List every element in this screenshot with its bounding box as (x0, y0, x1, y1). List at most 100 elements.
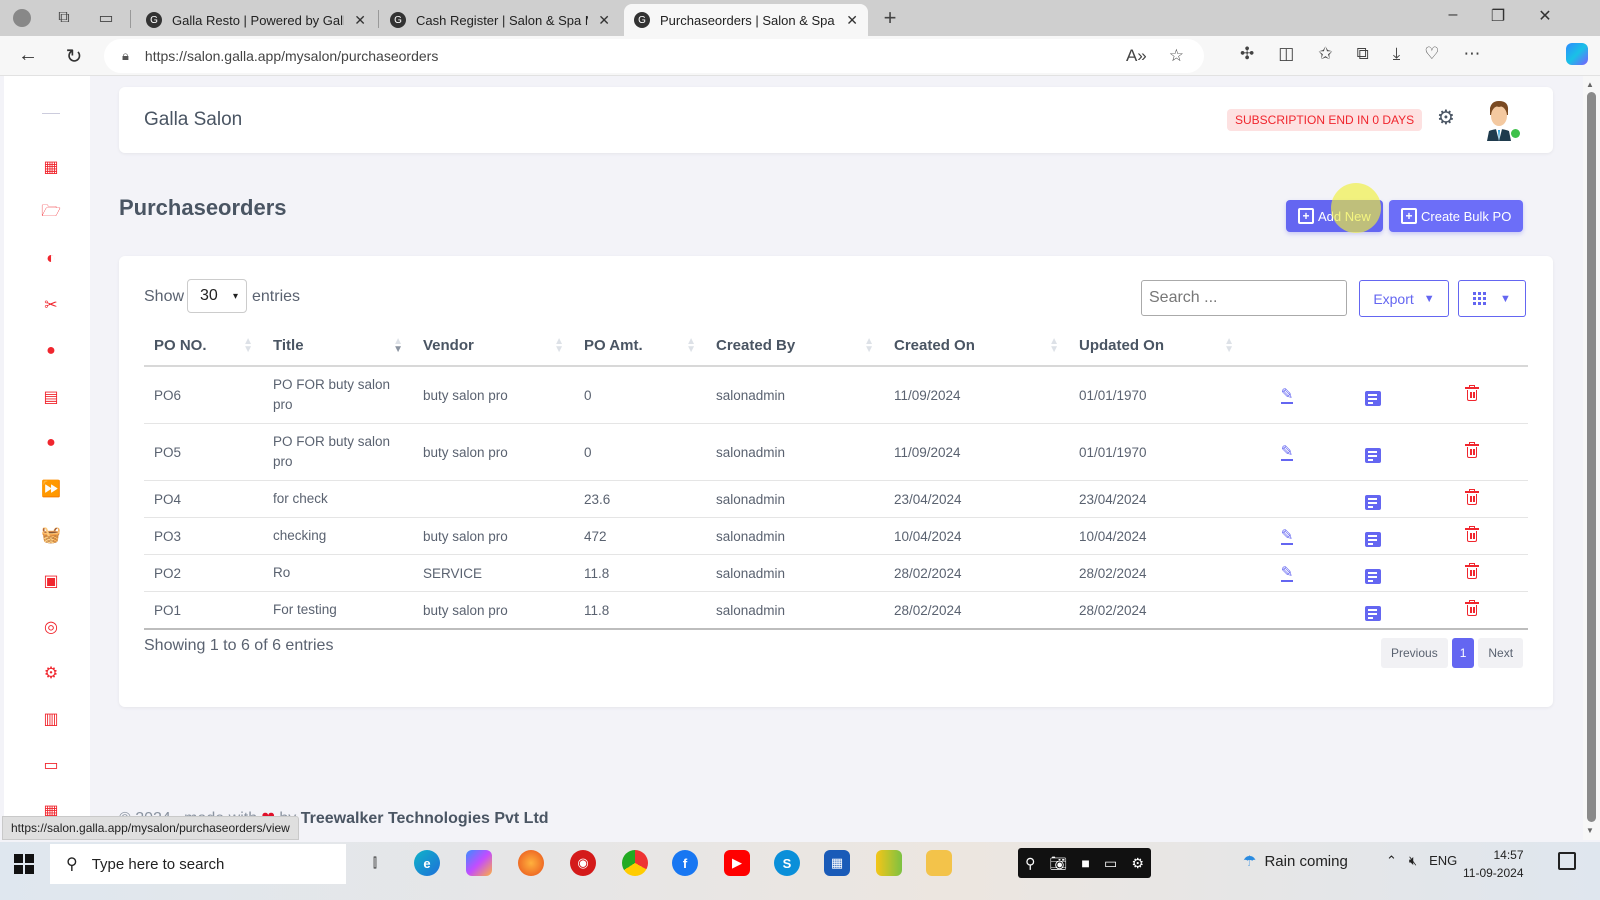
recorder-app-icon[interactable]: ◉ (570, 850, 596, 876)
read-aloud-icon[interactable]: A» (1126, 46, 1147, 66)
sidebar-toggle[interactable] (42, 113, 60, 114)
url-text[interactable]: https://salon.galla.app/mysalon/purchase… (145, 48, 438, 64)
column-header-po-amt[interactable]: PO Amt. ▲ ▼ (574, 326, 706, 367)
edit-pencil-icon[interactable]: ✎ (1280, 528, 1294, 545)
lock-icon[interactable]: 🔒︎ (122, 48, 129, 64)
split-screen-icon[interactable]: ◫ (1278, 44, 1294, 64)
back-icon[interactable]: ← (16, 44, 40, 67)
snipping-toolbar[interactable]: ⚲ 📷︎ ■ ▭ ⚙ (1018, 848, 1151, 878)
notifications-icon[interactable] (1558, 852, 1576, 870)
app-icon[interactable] (876, 850, 902, 876)
sidebar-report-icon[interactable]: ▥ (40, 708, 62, 730)
edit-pencil-icon[interactable]: ✎ (1280, 565, 1294, 582)
sidebar-location-icon[interactable]: ◎ (40, 616, 62, 638)
column-header-updated-on[interactable]: Updated On ▲ ▼ (1069, 326, 1244, 367)
tab-cash-register[interactable]: G Cash Register | Salon & Spa Mana ✕ (380, 4, 620, 36)
more-menu-icon[interactable]: ⋯ (1463, 44, 1480, 64)
tab-galla-resto[interactable]: G Galla Resto | Powered by Galla ✕ (136, 4, 376, 36)
minimize-button[interactable]: – (1438, 6, 1468, 24)
edge-app-icon[interactable]: e (414, 850, 440, 876)
view-details-icon[interactable] (1365, 569, 1381, 585)
skype-app-icon[interactable]: S (774, 850, 800, 876)
workspaces-icon[interactable]: ⧉ (52, 6, 76, 30)
footer-company-link[interactable]: Treewalker Technologies Pvt Ltd (301, 810, 549, 827)
extensions-icon[interactable]: ✣ (1240, 44, 1254, 64)
favorites-icon[interactable]: ✩ (1318, 44, 1332, 64)
restore-button[interactable]: ❐ (1483, 6, 1513, 26)
close-window-button[interactable]: ✕ (1530, 6, 1560, 26)
sidebar-settings-icon[interactable]: ⚙ (40, 662, 62, 684)
tab-actions-icon[interactable]: ▭ (94, 6, 118, 30)
view-details-icon[interactable] (1365, 391, 1381, 407)
sidebar-contacts-icon[interactable]: ▣ (40, 570, 62, 592)
column-header-vendor[interactable]: Vendor ▲ ▼ (413, 326, 574, 367)
windows-start-icon[interactable] (14, 854, 34, 874)
add-new-button[interactable]: + Add New (1286, 200, 1383, 232)
page-1-button[interactable]: 1 (1451, 638, 1475, 668)
new-tab-button[interactable]: + (878, 5, 902, 30)
delete-trash-icon[interactable] (1465, 489, 1479, 506)
vertical-scrollbar[interactable]: ▲ ▼ (1583, 76, 1600, 840)
delete-trash-icon[interactable] (1465, 563, 1479, 580)
volume-muted-icon[interactable]: 🔇︎ (1409, 853, 1417, 869)
view-details-icon[interactable] (1365, 448, 1381, 464)
refresh-icon[interactable]: ↻ (62, 44, 86, 69)
delete-trash-icon[interactable] (1465, 385, 1479, 402)
edit-pencil-icon[interactable]: ✎ (1280, 387, 1294, 404)
sidebar-contrast-icon[interactable]: ◐ (40, 248, 62, 270)
sidebar-user-circle-2-icon[interactable]: ● (40, 432, 62, 454)
language-indicator[interactable]: ENG (1429, 853, 1457, 869)
settings-icon[interactable]: ⚙ (1131, 855, 1144, 872)
profile-icon[interactable] (10, 6, 34, 30)
view-details-icon[interactable] (1365, 532, 1381, 548)
sidebar-user-circle-icon[interactable]: ● (40, 340, 62, 362)
scroll-down-arrow-icon[interactable]: ▼ (1586, 826, 1594, 835)
facebook-app-icon[interactable]: f (672, 850, 698, 876)
copilot-icon[interactable] (1566, 43, 1588, 65)
export-button[interactable]: Export ▼ (1359, 280, 1449, 317)
system-clock[interactable]: 14:57 11-09-2024 (1463, 846, 1524, 882)
create-bulk-po-button[interactable]: + Create Bulk PO (1389, 200, 1524, 232)
sidebar-dashboard-icon[interactable]: ▦ (40, 156, 62, 178)
column-header-created-on[interactable]: Created On ▲ ▼ (884, 326, 1069, 367)
store-app-icon[interactable]: ▦ (824, 850, 850, 876)
taskbar-search[interactable]: ⚲ Type here to search (50, 844, 346, 884)
sidebar-document-icon[interactable]: ▤ (40, 386, 62, 408)
view-details-icon[interactable] (1365, 495, 1381, 511)
tab-purchaseorders[interactable]: G Purchaseorders | Salon & Spa Ma ✕ (624, 4, 868, 36)
scroll-up-arrow-icon[interactable]: ▲ (1586, 80, 1594, 89)
settings-gear-icon[interactable]: ⚙ (1437, 105, 1455, 130)
copilot-app-icon[interactable] (466, 850, 492, 876)
close-tab-icon[interactable]: ✕ (846, 12, 858, 29)
sidebar-money-icon[interactable]: ▭ (40, 754, 62, 776)
sidebar-fast-forward-icon[interactable]: ⏩ (40, 478, 62, 500)
youtube-app-icon[interactable]: ▶ (724, 850, 750, 876)
close-tab-icon[interactable]: ✕ (598, 12, 610, 29)
file-explorer-icon[interactable] (926, 850, 952, 876)
pin-icon[interactable]: ⚲ (1025, 855, 1035, 872)
weather-widget[interactable]: ☂ Rain coming (1243, 852, 1348, 871)
column-header-created-by[interactable]: Created By ▲ ▼ (706, 326, 884, 367)
browser-essentials-icon[interactable]: ♡ (1424, 44, 1439, 64)
window-icon[interactable]: ▭ (1104, 855, 1117, 872)
sidebar-basket-icon[interactable]: 🧺 (40, 524, 62, 546)
column-visibility-button[interactable]: ▼ (1458, 280, 1526, 317)
close-tab-icon[interactable]: ✕ (354, 12, 366, 29)
view-details-icon[interactable] (1365, 606, 1381, 622)
delete-trash-icon[interactable] (1465, 526, 1479, 543)
sidebar-folder-icon[interactable]: 🗁 (40, 202, 62, 224)
previous-page-button[interactable]: Previous (1381, 638, 1448, 668)
task-view-icon[interactable]: ⫿ (362, 850, 388, 876)
sidebar-coupon-icon[interactable]: ✂ (40, 294, 62, 316)
video-icon[interactable]: ■ (1081, 855, 1089, 871)
camera-icon[interactable]: 📷︎ (1049, 855, 1067, 872)
search-input[interactable] (1141, 280, 1347, 316)
edit-pencil-icon[interactable]: ✎ (1280, 444, 1294, 461)
delete-trash-icon[interactable] (1465, 600, 1479, 617)
next-page-button[interactable]: Next (1478, 638, 1524, 668)
delete-trash-icon[interactable] (1465, 442, 1479, 459)
firefox-app-icon[interactable] (518, 850, 544, 876)
downloads-icon[interactable]: ⤓ (1393, 44, 1401, 64)
chrome-app-icon[interactable] (622, 850, 648, 876)
column-header-po-no[interactable]: PO NO. ▲ ▼ (144, 326, 263, 367)
